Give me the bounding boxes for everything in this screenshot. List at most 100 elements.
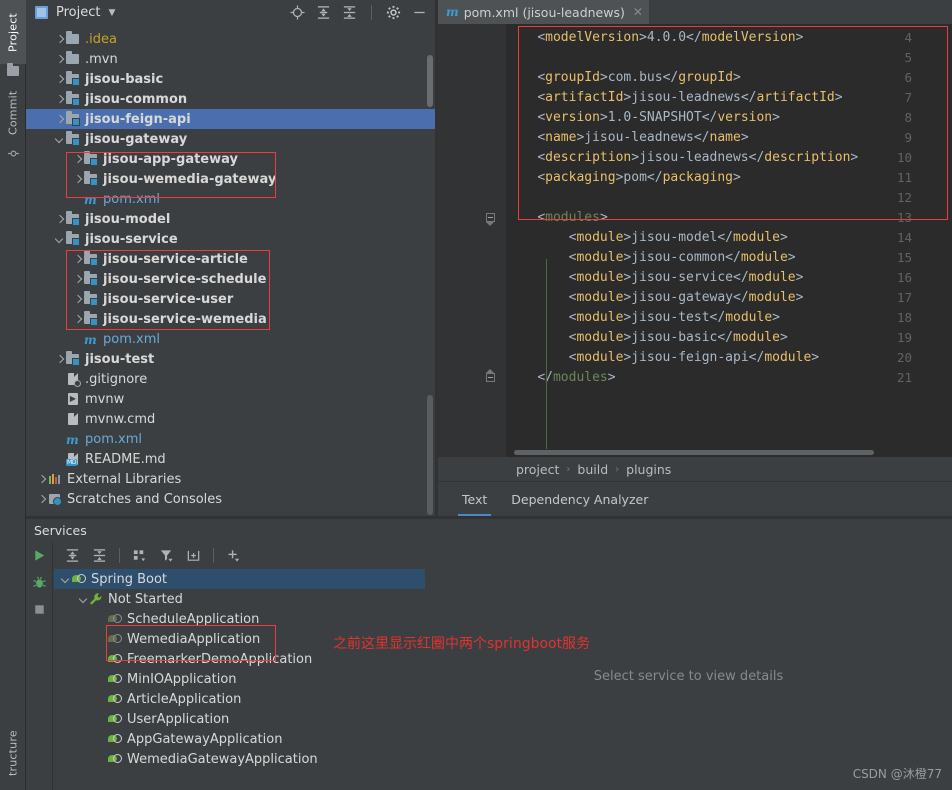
- chevron-right-icon[interactable]: [54, 54, 65, 65]
- chevron-right-icon[interactable]: [72, 254, 83, 265]
- breadcrumb-item-project[interactable]: project: [516, 462, 559, 477]
- code-line[interactable]: <module>jisou-gateway</module>: [506, 290, 804, 305]
- stop-icon[interactable]: [32, 602, 47, 617]
- code-line[interactable]: [506, 50, 537, 65]
- debug-icon[interactable]: [32, 575, 47, 590]
- sidebar-tab-project[interactable]: Project: [0, 0, 26, 64]
- editor-tab-pom-xml[interactable]: m pom.xml (jisou-leadnews) ✕: [438, 0, 649, 24]
- chevron-right-icon[interactable]: [36, 474, 47, 485]
- breadcrumb[interactable]: project › build › plugins: [438, 457, 952, 481]
- tree-row[interactable]: m pom.xml: [26, 329, 435, 349]
- locate-icon[interactable]: [290, 5, 305, 20]
- chevron-down-icon[interactable]: [54, 134, 65, 145]
- filter-icon[interactable]: [159, 548, 174, 563]
- tree-row[interactable]: .gitignore: [26, 369, 435, 389]
- code-line[interactable]: <modelVersion>4.0.0</modelVersion>: [506, 30, 803, 45]
- expand-all-icon[interactable]: [316, 5, 331, 20]
- code-line[interactable]: <modules>: [506, 210, 607, 225]
- close-icon[interactable]: ✕: [633, 5, 643, 19]
- editor-gutter[interactable]: [438, 24, 506, 457]
- tree-row[interactable]: jisou-test: [26, 349, 435, 369]
- chevron-right-icon[interactable]: [54, 34, 65, 45]
- tree-row[interactable]: jisou-wemedia-gateway: [26, 169, 435, 189]
- chevron-down-icon[interactable]: [60, 574, 71, 585]
- code-line[interactable]: <groupId>com.bus</groupId>: [506, 70, 741, 85]
- tree-row[interactable]: jisou-model: [26, 209, 435, 229]
- chevron-right-icon[interactable]: [72, 314, 83, 325]
- tree-row[interactable]: .idea: [26, 29, 435, 49]
- breadcrumb-item-build[interactable]: build: [577, 462, 608, 477]
- code-fold-toggle[interactable]: [486, 369, 497, 384]
- tree-row[interactable]: jisou-basic: [26, 69, 435, 89]
- code-line[interactable]: [506, 190, 537, 205]
- chevron-down-icon[interactable]: [78, 594, 89, 605]
- sidebar-tab-structure[interactable]: tructure: [0, 720, 26, 786]
- tree-row[interactable]: jisou-service: [26, 229, 435, 249]
- collapse-all-icon[interactable]: [92, 548, 107, 563]
- tree-row[interactable]: jisou-service-user: [26, 289, 435, 309]
- chevron-right-icon[interactable]: [72, 154, 83, 165]
- settings-gear-icon[interactable]: [386, 5, 401, 20]
- services-tree-row[interactable]: UserApplication: [54, 709, 425, 729]
- tree-row[interactable]: MD README.md: [26, 449, 435, 469]
- breadcrumb-item-plugins[interactable]: plugins: [626, 462, 671, 477]
- chevron-down-icon[interactable]: ▼: [108, 8, 115, 18]
- code-line[interactable]: <module>jisou-feign-api</module>: [506, 350, 819, 365]
- project-tree[interactable]: .idea .mvn jisou-basic jisou-common jisou-fe…: [26, 25, 435, 516]
- chevron-right-icon[interactable]: [36, 494, 47, 505]
- chevron-right-icon[interactable]: [72, 274, 83, 285]
- chevron-right-icon[interactable]: [54, 354, 65, 365]
- chevron-right-icon[interactable]: [72, 174, 83, 185]
- services-tree[interactable]: Spring Boot Not Started ScheduleApplicatio…: [54, 569, 425, 790]
- code-line[interactable]: <module>jisou-model</module>: [506, 230, 788, 245]
- code-line[interactable]: <description>jisou-leadnews</description…: [506, 150, 858, 165]
- code-line[interactable]: <module>jisou-common</module>: [506, 250, 796, 265]
- tab-text[interactable]: Text: [450, 483, 499, 516]
- sidebar-tab-commit[interactable]: Commit: [0, 82, 26, 144]
- project-tree-scrollbar[interactable]: [427, 55, 433, 107]
- tree-row[interactable]: jisou-common: [26, 89, 435, 109]
- add-tab-icon[interactable]: [186, 548, 201, 563]
- group-by-icon[interactable]: [132, 548, 147, 563]
- tab-dependency-analyzer[interactable]: Dependency Analyzer: [499, 483, 660, 516]
- collapse-all-icon[interactable]: [342, 5, 357, 20]
- chevron-right-icon[interactable]: [54, 74, 65, 85]
- chevron-right-icon[interactable]: [54, 94, 65, 105]
- tree-row[interactable]: jisou-app-gateway: [26, 149, 435, 169]
- code-line[interactable]: <name>jisou-leadnews</name>: [506, 130, 748, 145]
- code-line[interactable]: </modules>: [506, 370, 615, 385]
- tree-row[interactable]: External Libraries: [26, 469, 435, 489]
- chevron-right-icon[interactable]: [54, 114, 65, 125]
- tree-row[interactable]: m pom.xml: [26, 189, 435, 209]
- services-tree-row[interactable]: Spring Boot: [54, 569, 425, 589]
- tree-row[interactable]: mvnw.cmd: [26, 409, 435, 429]
- tree-row[interactable]: .mvn: [26, 49, 435, 69]
- chevron-down-icon[interactable]: [54, 234, 65, 245]
- code-line[interactable]: <artifactId>jisou-leadnews</artifactId>: [506, 90, 842, 105]
- tree-row[interactable]: jisou-service-article: [26, 249, 435, 269]
- minimize-icon[interactable]: [412, 5, 427, 20]
- services-tree-row[interactable]: Not Started: [54, 589, 425, 609]
- project-tree-scrollbar-track[interactable]: [427, 395, 433, 515]
- code-line[interactable]: <module>jisou-test</module>: [506, 310, 780, 325]
- code-view[interactable]: 4 <modelVersion>4.0.0</modelVersion> 5 6 …: [438, 24, 952, 457]
- run-icon[interactable]: [32, 548, 47, 563]
- services-tree-row[interactable]: ScheduleApplication: [54, 609, 425, 629]
- expand-all-icon[interactable]: [65, 548, 80, 563]
- code-line[interactable]: <version>1.0-SNAPSHOT</version>: [506, 110, 780, 125]
- chevron-right-icon[interactable]: [72, 294, 83, 305]
- code-line[interactable]: <module>jisou-service</module>: [506, 270, 804, 285]
- services-tree-row[interactable]: MinIOApplication: [54, 669, 425, 689]
- tree-row[interactable]: jisou-gateway: [26, 129, 435, 149]
- services-tree-row[interactable]: AppGatewayApplication: [54, 729, 425, 749]
- editor-horizontal-scrollbar[interactable]: [514, 450, 874, 455]
- code-line[interactable]: <module>jisou-basic</module>: [506, 330, 788, 345]
- tree-row[interactable]: jisou-feign-api: [26, 109, 435, 129]
- code-line[interactable]: <packaging>pom</packaging>: [506, 170, 741, 185]
- tree-row[interactable]: ▶ mvnw: [26, 389, 435, 409]
- tree-row[interactable]: jisou-service-wemedia: [26, 309, 435, 329]
- services-tree-row[interactable]: WemediaGatewayApplication: [54, 749, 425, 769]
- services-tree-row[interactable]: ArticleApplication: [54, 689, 425, 709]
- tree-row[interactable]: m pom.xml: [26, 429, 435, 449]
- code-fold-toggle[interactable]: [486, 213, 497, 226]
